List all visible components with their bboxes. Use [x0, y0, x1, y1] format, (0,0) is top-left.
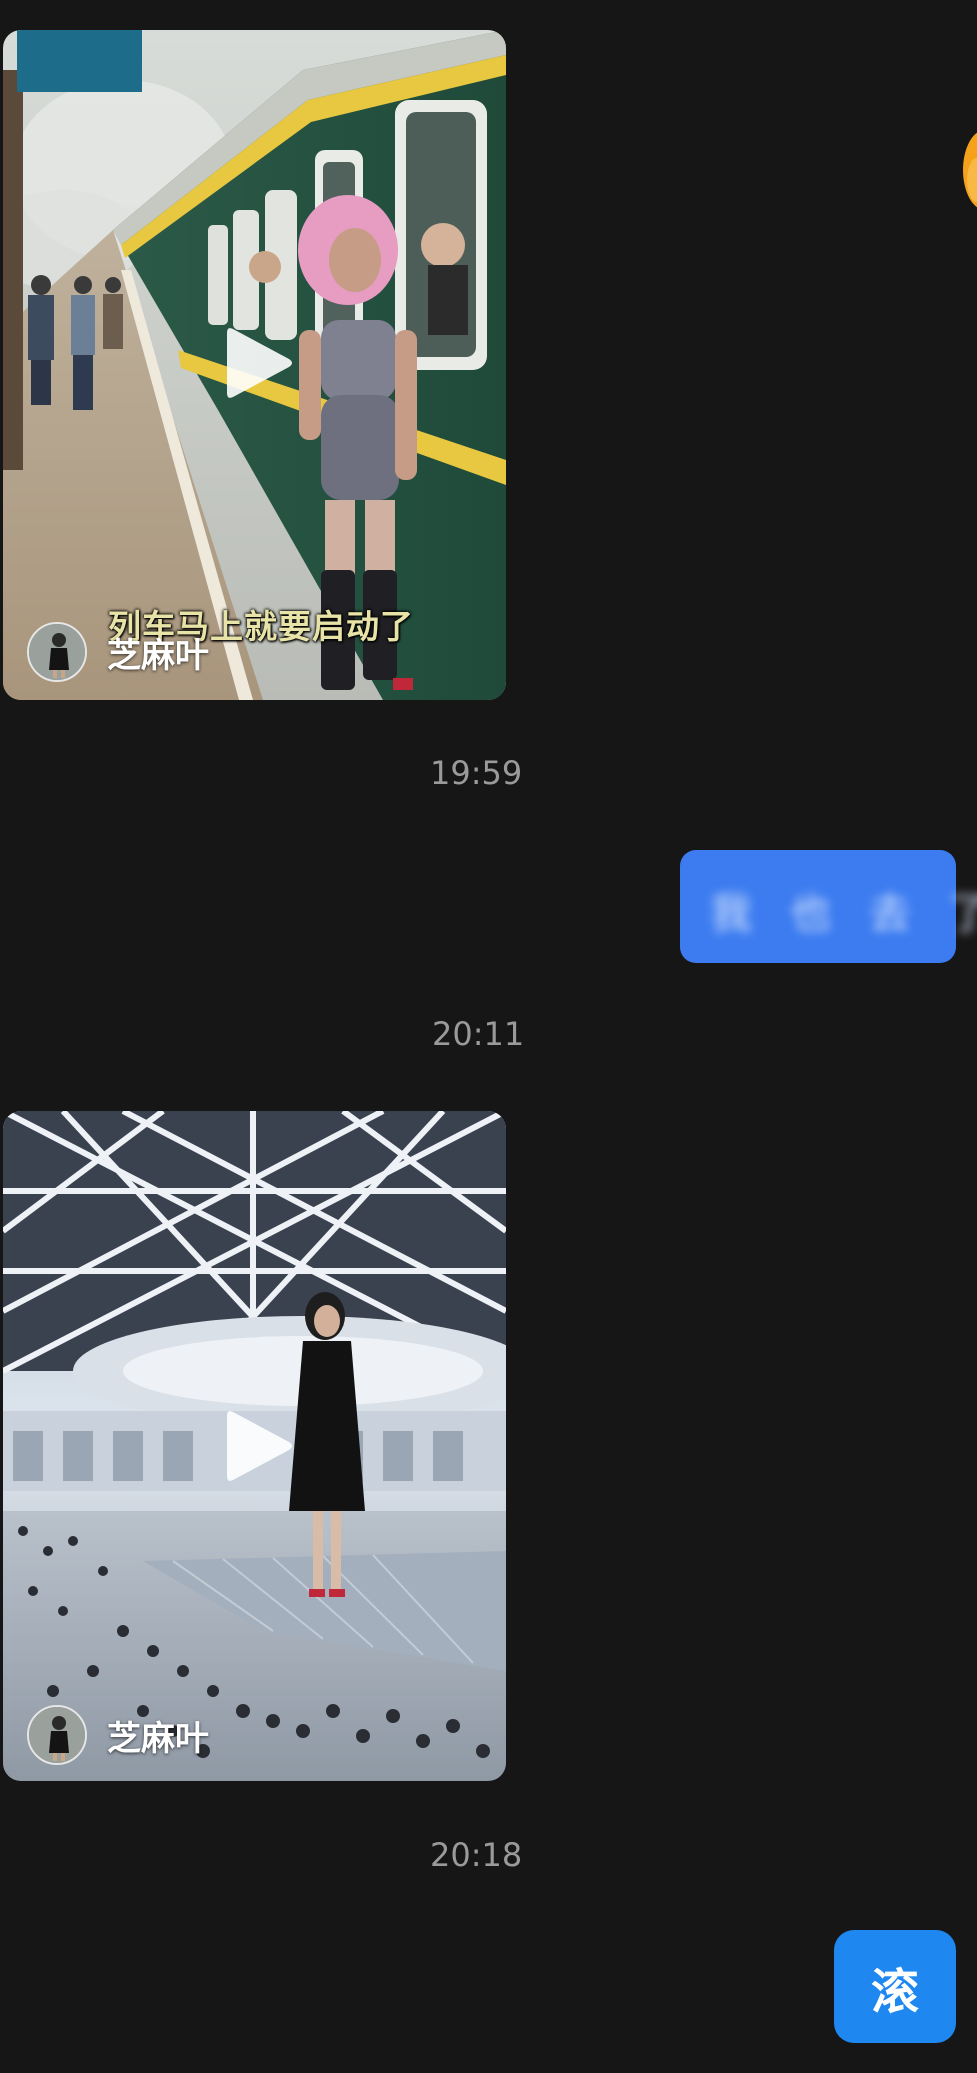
avatar	[27, 1705, 87, 1765]
timestamp: 20:18	[430, 1836, 523, 1874]
video-message-station[interactable]: 芝麻叶	[3, 1111, 506, 1781]
play-icon[interactable]	[225, 323, 295, 403]
sent-message-bubble[interactable]: 滚	[834, 1930, 956, 2043]
video-author[interactable]: 芝麻叶	[27, 620, 209, 684]
avatar	[27, 622, 87, 682]
author-name: 芝麻叶	[107, 635, 209, 676]
sent-message-bubble[interactable]: 我 也 去 了	[680, 850, 977, 963]
emoji-partial-icon	[963, 132, 977, 208]
author-name: 芝麻叶	[107, 1718, 209, 1759]
timestamp: 19:59	[430, 754, 523, 792]
video-author[interactable]: 芝麻叶	[27, 1703, 209, 1767]
play-icon[interactable]	[225, 1406, 295, 1486]
sent-message-text-blurred: 我 也 去 了	[710, 889, 977, 938]
sent-message-text: 滚	[870, 1963, 919, 2020]
video-message-train[interactable]: 列车马上就要启动了 芝麻叶	[3, 30, 506, 700]
timestamp: 20:11	[432, 1015, 525, 1053]
